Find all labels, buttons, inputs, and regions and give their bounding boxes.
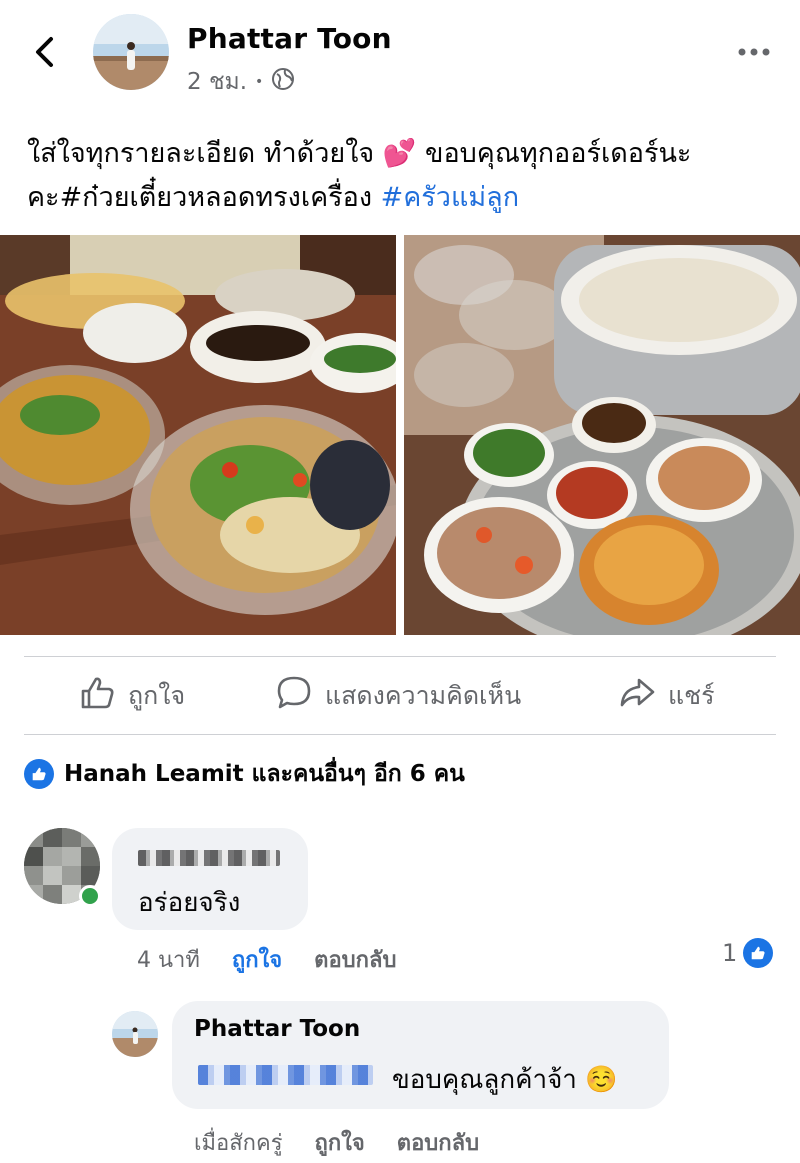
comment-button[interactable]: แสดงความคิดเห็น <box>275 672 521 720</box>
reply-bubble[interactable]: Phattar Toon ขอบคุณลูกค้าจ้า ☺️ <box>172 1001 669 1109</box>
divider-bottom <box>24 734 776 735</box>
like-label: ถูกใจ <box>128 681 186 710</box>
comment-label: แสดงความคิดเห็น <box>325 681 522 710</box>
more-icon[interactable] <box>736 42 772 62</box>
reply-time: เมื่อสักครู่ <box>194 1131 283 1156</box>
author-avatar[interactable] <box>93 14 169 90</box>
like-button[interactable]: ถูกใจ <box>78 672 185 720</box>
comment-reaction-count[interactable]: 1 <box>722 938 774 968</box>
post-text: ใส่ใจทุกรายละเอียด ทำด้วยใจ 💕 ขอบคุณทุกอ… <box>27 132 787 220</box>
post-author-name[interactable]: Phattar Toon <box>187 22 392 55</box>
redacted-commenter-name <box>138 850 280 866</box>
comment-meta: 4 นาที ถูกใจ ตอบกลับ <box>137 942 428 977</box>
post-body: ใส่ใจทุกรายละเอียด ทำด้วยใจ 💕 ขอบคุณทุกอ… <box>27 138 692 213</box>
comment-icon <box>275 674 313 718</box>
reply-meta: เมื่อสักครู่ ถูกใจ ตอบกลับ <box>194 1125 511 1160</box>
globe-icon <box>271 67 295 97</box>
like-badge-icon <box>743 938 774 968</box>
share-label: แชร์ <box>668 681 715 710</box>
hashtag-link[interactable]: #ครัวแม่ลูก <box>381 182 519 213</box>
reaction-summary-text: Hanah Leamit และคนอื่นๆ อีก 6 คน <box>64 761 465 787</box>
reply-text: ขอบคุณลูกค้าจ้า ☺️ <box>392 1065 618 1095</box>
meta-separator: • <box>255 74 264 90</box>
post-time[interactable]: 2 ชม. <box>187 64 247 100</box>
reply-author-avatar[interactable] <box>112 1011 158 1057</box>
divider-top <box>24 656 776 657</box>
thumbs-up-icon <box>78 674 116 718</box>
like-badge-icon <box>24 759 54 789</box>
back-icon[interactable] <box>28 34 64 70</box>
reply-reply-link[interactable]: ตอบกลับ <box>397 1125 479 1160</box>
reaction-summary[interactable]: Hanah Leamit และคนอื่นๆ อีก 6 คน <box>24 756 465 792</box>
comment-reply-link[interactable]: ตอบกลับ <box>314 942 396 977</box>
redacted-mention[interactable] <box>198 1065 373 1085</box>
reaction-count-number: 1 <box>722 939 738 967</box>
share-icon <box>618 674 656 718</box>
post-photo-right[interactable] <box>404 235 800 635</box>
comment-text: อร่อยจริง <box>138 888 241 918</box>
post-meta: 2 ชม. • <box>187 64 295 100</box>
reply-author-name[interactable]: Phattar Toon <box>194 1016 360 1042</box>
online-status-dot <box>79 885 101 907</box>
comment-bubble[interactable]: อร่อยจริง <box>112 828 308 930</box>
comment-like-link[interactable]: ถูกใจ <box>232 942 282 977</box>
comment-time: 4 นาที <box>137 948 200 973</box>
share-button[interactable]: แชร์ <box>618 672 715 720</box>
post-photo-left[interactable] <box>0 235 396 635</box>
reply-like-link[interactable]: ถูกใจ <box>315 1125 365 1160</box>
